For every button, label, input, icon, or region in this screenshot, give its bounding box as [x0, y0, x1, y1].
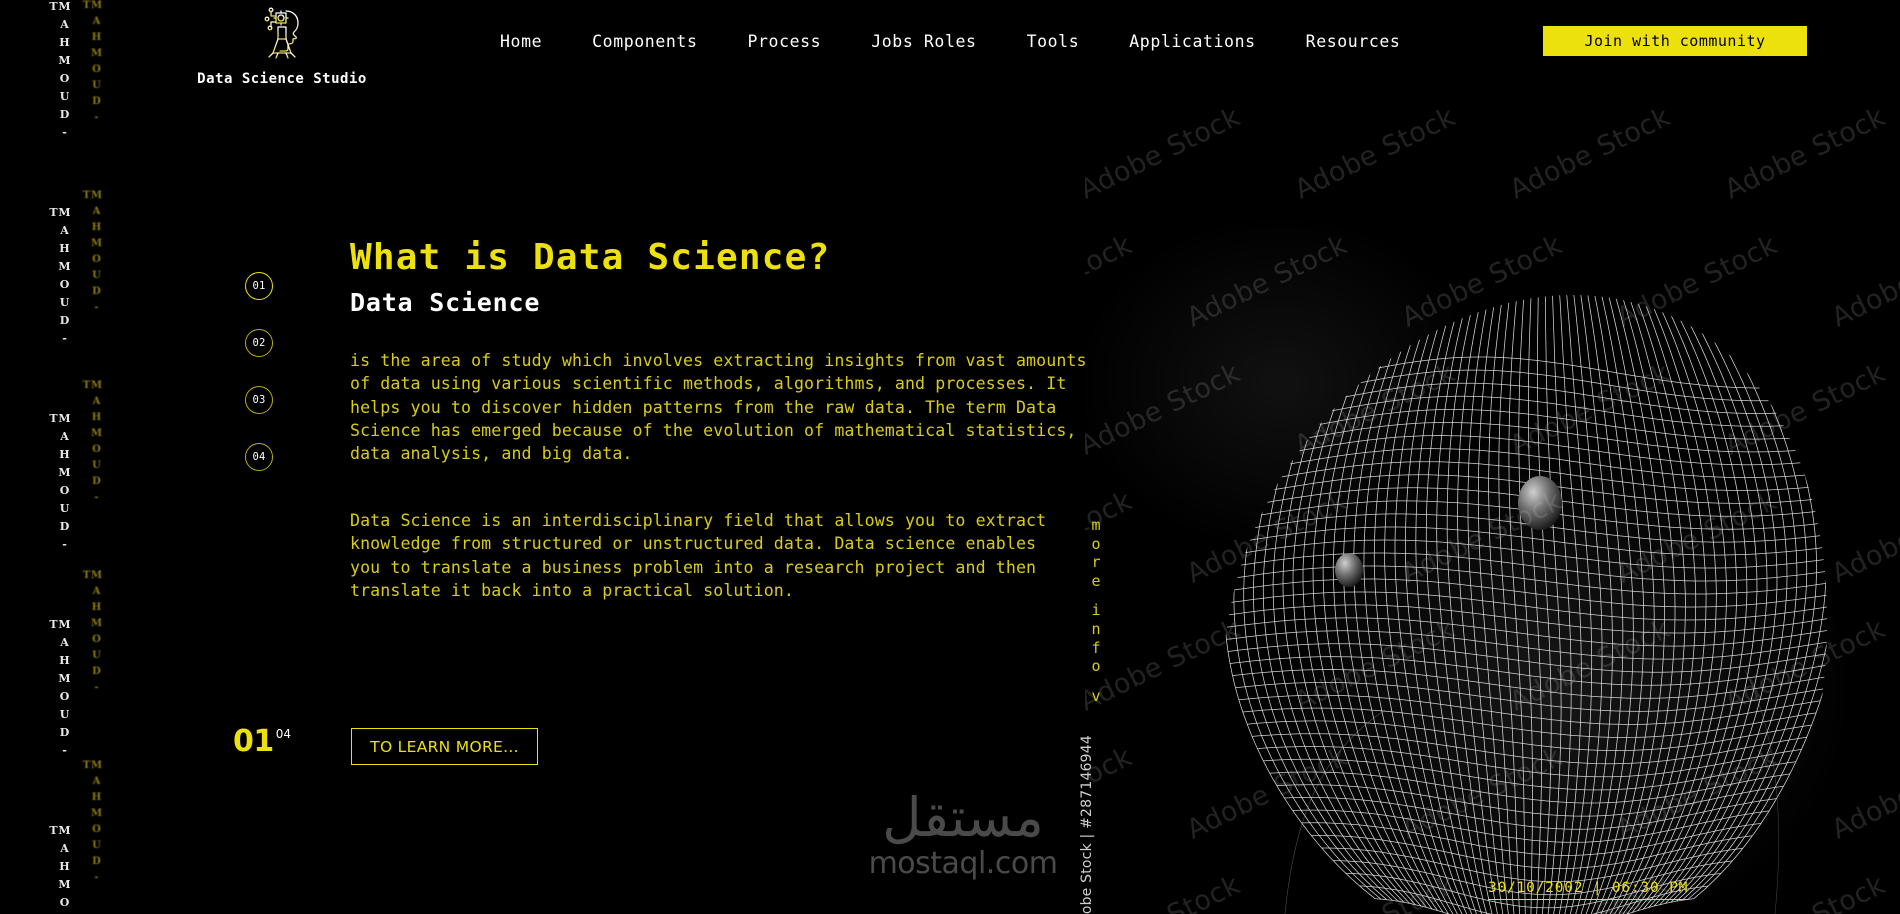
more-info-char: o: [1091, 534, 1101, 553]
mesh-latitude-line: [1249, 435, 1828, 466]
to-learn-more-button[interactable]: TO LEARN MORE...: [351, 728, 538, 765]
mostaql-watermark: مستقل mostaql.com: [838, 788, 1088, 880]
nav-item-applications[interactable]: Applications: [1129, 28, 1255, 55]
hero-subtitle: Data Science: [350, 288, 541, 317]
watermark-text: MAHMOUD-T: [81, 190, 102, 318]
more-info-char: f: [1091, 638, 1101, 657]
site-header: Data Science Studio Home Components Proces…: [0, 0, 1900, 112]
step-indicator-02[interactable]: 02: [245, 329, 273, 357]
mesh-latitude-line: [1274, 369, 1807, 402]
mesh-longitude-line: [1537, 295, 1552, 914]
mostaql-watermark-arabic: مستقل: [882, 786, 1044, 849]
mesh-longitude-line: [1693, 295, 1828, 900]
more-info-char: r: [1091, 553, 1101, 572]
nav-item-home[interactable]: Home: [500, 28, 542, 55]
mesh-longitude-line: [1518, 295, 1533, 914]
more-info-char: e: [1091, 571, 1101, 590]
watermark-text: MAHMOUD-T: [47, 618, 71, 762]
join-community-button[interactable]: Join with community: [1543, 26, 1807, 56]
watermark-rail-white: MAHMOUD-T MAHMOUD-T MAHMOUD-T MAHMOUD-T MAHM…: [46, 0, 72, 914]
mesh-latitude-line: [1284, 797, 1777, 830]
mesh-latitude-line: [1238, 694, 1821, 725]
slide-counter: 01 04: [233, 727, 291, 757]
watermark-text: MAHMOUD-T: [47, 412, 71, 556]
nav-item-tools[interactable]: Tools: [1027, 28, 1080, 55]
slide-counter-total: 04: [275, 727, 292, 741]
watermark-text: MAHMOUD-T: [47, 206, 71, 350]
more-info-char: i: [1091, 601, 1101, 620]
mesh-latitude-line: [1280, 356, 1801, 389]
chevron-down-icon[interactable]: v: [1086, 687, 1106, 706]
mesh-longitude-line: [1687, 295, 1828, 900]
nav-item-components[interactable]: Components: [592, 28, 697, 55]
more-info-char: o: [1091, 657, 1101, 676]
more-info-char: n: [1091, 619, 1101, 638]
hero-image-panel: Adobe StockAdobe StockAdobe StockAdobe S…: [1085, 110, 1900, 914]
gear-head-icon: [264, 7, 299, 59]
brand-name: Data Science Studio: [197, 71, 367, 87]
mesh-latitude-line: [1263, 758, 1796, 791]
hero-paragraph-1: is the area of study which involves extr…: [350, 351, 1087, 464]
nav-item-jobs-roles[interactable]: Jobs Roles: [871, 28, 976, 55]
watermark-text: MAHMOUD-T: [81, 570, 102, 698]
nav-item-resources[interactable]: Resources: [1306, 28, 1401, 55]
wireframe-head-graphic: [1223, 295, 1828, 914]
watermark-text: MAHMOUD-T: [81, 380, 102, 508]
slide-counter-current: 01: [233, 724, 274, 759]
step-indicator-03[interactable]: 03: [245, 386, 273, 414]
watermark-text: MAHMOUD-T: [81, 760, 102, 888]
mesh-latitude-line: [1226, 630, 1828, 660]
page-root: MAHMOUD-T MAHMOUD-T MAHMOUD-T MAHMOUD-T MAHM…: [0, 0, 1900, 914]
mesh-longitude-line: [1243, 295, 1389, 900]
mesh-longitude-line: [1568, 295, 1613, 914]
hero-paragraph-2: Data Science is an interdisciplinary fie…: [350, 511, 1047, 600]
image-datestamp: 30/10/2002 | 06:30 PM: [1488, 880, 1689, 900]
adobe-stock-credit: Adobe Stock | #287146944: [1079, 735, 1095, 914]
step-indicator-01[interactable]: 01: [245, 272, 273, 300]
main-nav: Home Components Process Jobs Roles Tools Appl…: [500, 28, 1400, 55]
mostaql-watermark-latin: mostaql.com: [868, 846, 1058, 881]
mesh-latitude-line: [1225, 617, 1828, 647]
mesh-longitude-line: [1528, 295, 1542, 914]
mesh-longitude-line: [1415, 295, 1481, 914]
watermark-rail-gold: MAHMOUD-T MAHMOUD-T MAHMOUD-T MAHMOUD-T MAHM…: [78, 0, 104, 914]
more-info-gap: [1086, 676, 1106, 687]
hero-title: What is Data Science?: [350, 237, 831, 278]
mesh-longitude-line: [1457, 295, 1502, 914]
nav-item-process[interactable]: Process: [747, 28, 821, 55]
mesh-longitude-line: [1681, 295, 1827, 901]
eye-right: [1518, 476, 1562, 530]
mesh-longitude-line: [1543, 295, 1562, 914]
brand-logo-block[interactable]: Data Science Studio: [182, 5, 382, 87]
eye-left: [1335, 553, 1363, 587]
step-indicator-list: 01 02 03 04: [245, 272, 273, 471]
more-info-vertical-link[interactable]: moreinfov: [1086, 516, 1106, 705]
more-info-char: m: [1091, 516, 1101, 534]
step-indicator-04[interactable]: 04: [245, 443, 273, 471]
watermark-text: MAHMOUD-T: [47, 824, 71, 914]
mesh-longitude-line: [1405, 295, 1476, 914]
more-info-gap: [1086, 590, 1106, 601]
mesh-longitude-line: [1384, 295, 1465, 914]
mesh-longitude-line: [1425, 295, 1486, 914]
